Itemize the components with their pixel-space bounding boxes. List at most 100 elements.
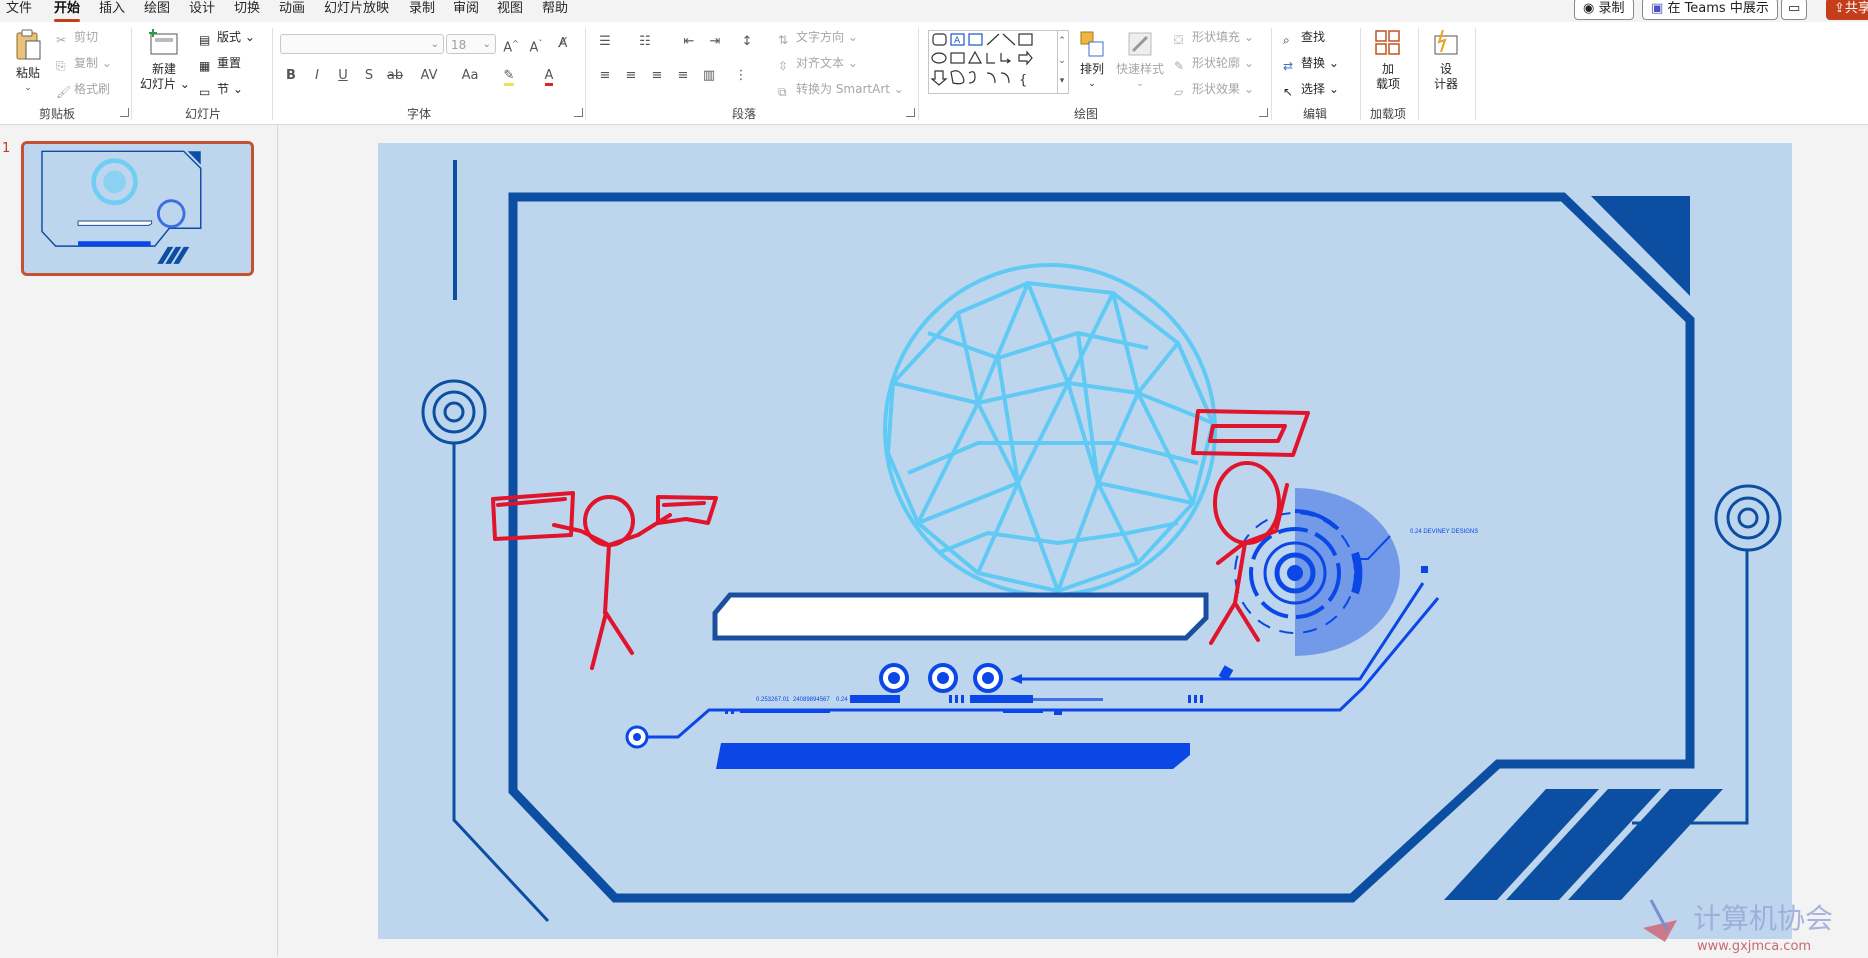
chevron-down-icon: ⌄ (430, 39, 439, 50)
line-spacing-icon[interactable]: ↕ (738, 33, 756, 51)
menu-bar: 文件 开始 插入 绘图 设计 切换 动画 幻灯片放映 录制 审阅 视图 帮助 ◉… (0, 0, 1868, 22)
align-right-icon[interactable]: ≡ (648, 67, 666, 85)
scissors-icon: ✂ (56, 32, 67, 47)
increase-font-icon[interactable]: A^ (502, 35, 520, 55)
menu-insert[interactable]: 插入 (99, 0, 125, 20)
share-button[interactable]: ⇪共享 (1826, 0, 1868, 20)
layout-button[interactable]: ▤ 版式 ⌄ (199, 28, 255, 47)
designer-label-1: 设 (1439, 62, 1452, 76)
paste-button[interactable]: 粘贴 ⌄ (12, 28, 44, 96)
new-slide-button[interactable]: 新建 幻灯片 ⌄ (140, 28, 190, 92)
align-text-button[interactable]: ⇳ 对齐文本 ⌄ (778, 54, 858, 73)
hud-caption: 0.24 DEVINEY DESIGNS (1410, 529, 1478, 535)
shape-effects-icon: ▱ (1174, 84, 1184, 99)
shapes-gallery-scroll[interactable]: ⌃ ⌄ ▾ (1056, 30, 1069, 94)
font-size-combo[interactable]: 18 ⌄ (446, 34, 496, 54)
svg-text:A: A (954, 36, 961, 46)
record-icon: ◉ (1583, 1, 1595, 16)
clipboard-launcher-icon[interactable] (120, 108, 129, 117)
menu-slideshow[interactable]: 幻灯片放映 (324, 0, 389, 20)
designer-button[interactable]: 设 计器 (1428, 28, 1464, 92)
watermark: 计算机协会 www.gxjmca.com (1637, 890, 1867, 954)
shape-outline-button[interactable]: ✎ 形状轮廓 ⌄ (1174, 54, 1254, 73)
indicator-circles (879, 663, 1003, 693)
menu-home[interactable]: 开始 (54, 0, 81, 22)
italic-button[interactable]: I (308, 67, 326, 85)
strikethrough-button[interactable]: ab (386, 67, 404, 85)
drawing-launcher-icon[interactable] (1259, 108, 1268, 117)
record-button-label: 录制 (1598, 1, 1625, 16)
addins-icon (1375, 30, 1400, 55)
find-button[interactable]: ⌕ 查找 (1283, 28, 1325, 47)
menu-view[interactable]: 视图 (497, 0, 523, 20)
numbering-icon[interactable]: ☷ (636, 33, 654, 51)
target-ring-icon (1714, 484, 1782, 552)
justify-icon[interactable]: ≡ (674, 67, 692, 85)
wireframe-sphere (883, 263, 1217, 597)
cut-button[interactable]: ✂ 剪切 (56, 28, 98, 47)
menu-review[interactable]: 审阅 (453, 0, 479, 20)
present-in-teams-button[interactable]: ▣ 在 Teams 中展示 (1642, 0, 1778, 20)
align-left-icon[interactable]: ≡ (596, 67, 614, 85)
data-readout-1: 0.253267.01 (756, 697, 790, 703)
record-button[interactable]: ◉ 录制 (1574, 0, 1634, 20)
paragraph-launcher-icon[interactable] (906, 108, 915, 117)
decrease-font-icon[interactable]: Aˇ (527, 35, 545, 55)
shapes-gallery[interactable]: A { (928, 30, 1058, 94)
section-button[interactable]: ▭ 节 ⌄ (199, 80, 243, 99)
menu-design[interactable]: 设计 (189, 0, 215, 20)
paragraph-align-icon[interactable]: ⋮ (732, 67, 750, 85)
ribbon-separator (1418, 28, 1419, 120)
font-launcher-icon[interactable] (574, 108, 583, 117)
addins-label-1: 加 (1381, 62, 1394, 76)
menu-file[interactable]: 文件 (6, 0, 32, 20)
bottom-bar-shape (716, 743, 1190, 769)
menu-draw[interactable]: 绘图 (144, 0, 170, 20)
bullets-icon[interactable]: ☰ (596, 33, 614, 51)
columns-icon[interactable]: ▥ (700, 67, 718, 85)
stick-figure-right (1191, 409, 1310, 645)
menu-animations[interactable]: 动画 (279, 0, 305, 20)
clear-formatting-icon[interactable]: A̸ (554, 35, 572, 53)
comments-button[interactable]: ▭ (1781, 0, 1807, 20)
slide-thumbnail[interactable] (21, 141, 254, 276)
change-case-button[interactable]: Aa (454, 67, 486, 85)
paint-bucket-icon: ⛋ (1174, 32, 1184, 47)
highlight-icon[interactable]: ✎ (500, 67, 518, 86)
designer-label-2: 计器 (1433, 77, 1458, 91)
shape-effects-button[interactable]: ▱ 形状效果 ⌄ (1174, 80, 1254, 99)
menu-transitions[interactable]: 切换 (234, 0, 260, 20)
character-spacing-button[interactable]: AV (414, 67, 444, 85)
replace-button[interactable]: ⇄ 替换 ⌄ (1283, 54, 1339, 73)
target-ring-icon (421, 379, 487, 445)
arrange-button[interactable]: 排列 ⌄ (1074, 30, 1110, 92)
slide-thumbnail-preview (24, 144, 251, 273)
copy-button[interactable]: ⎘ 复制 ⌄ (56, 54, 112, 73)
font-color-icon[interactable]: A (540, 67, 558, 86)
text-shadow-button[interactable]: S (360, 67, 378, 85)
underline-button[interactable]: U (334, 67, 352, 85)
bold-button[interactable]: B (282, 67, 300, 85)
select-button[interactable]: ↖ 选择 ⌄ (1283, 80, 1339, 99)
font-name-combo[interactable]: ⌄ (280, 34, 444, 54)
menu-help[interactable]: 帮助 (542, 0, 568, 20)
shape-fill-button[interactable]: ⛋ 形状填充 ⌄ (1174, 28, 1254, 47)
smartart-button[interactable]: ⧉ 转换为 SmartArt ⌄ (778, 80, 904, 99)
format-painter-button[interactable]: 🖌 格式刷 (56, 80, 110, 99)
data-readout-2: 24089894567 (793, 697, 830, 703)
addins-button[interactable]: 加 载项 (1370, 28, 1406, 92)
increase-indent-icon[interactable]: ⇥ (706, 33, 724, 51)
quick-styles-button[interactable]: 快速样式 ⌄ (1114, 30, 1166, 92)
comment-icon: ▭ (1788, 1, 1801, 16)
align-center-icon[interactable]: ≡ (622, 67, 640, 85)
decrease-indent-icon[interactable]: ⇤ (680, 33, 698, 51)
paragraph-group-label: 段落 (731, 107, 757, 121)
shapes-gallery-icons: A { (930, 33, 1033, 88)
text-direction-button[interactable]: ⇅ 文字方向 ⌄ (778, 28, 858, 47)
menu-record[interactable]: 录制 (409, 0, 435, 20)
slide-canvas[interactable]: 0.253267.01 24089894567 0.24 0.24 DEVINE… (378, 143, 1792, 939)
title-bar-shape (712, 592, 1209, 641)
section-label: 节 (217, 82, 230, 96)
reset-button[interactable]: ▦ 重置 (199, 54, 241, 73)
main-frame (508, 192, 1695, 903)
